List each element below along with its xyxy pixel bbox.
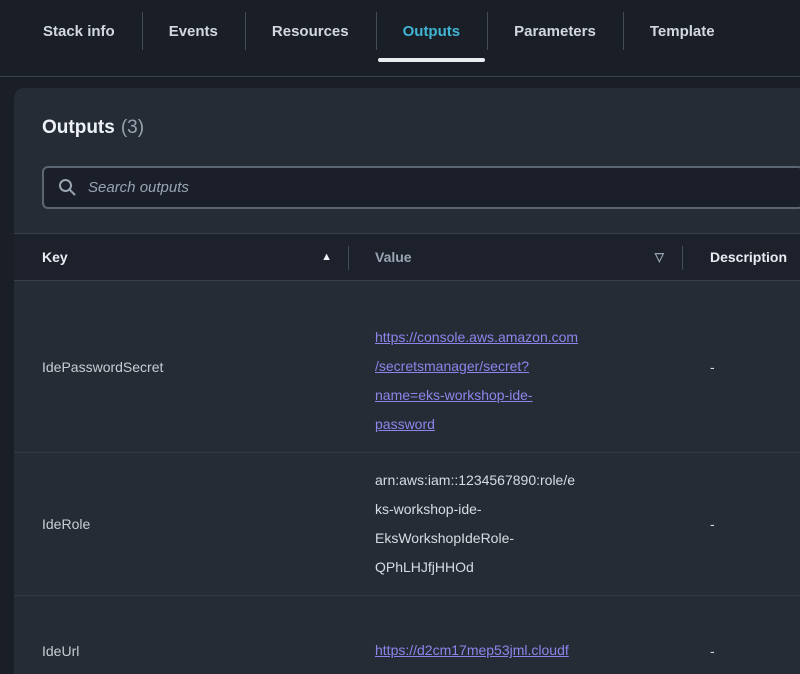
output-value-cell: https://d2cm17mep53jml.cloudf ront.net — [348, 596, 682, 674]
outputs-count-badge: (3) — [121, 117, 144, 138]
outputs-panel-header: Outputs (3) — [14, 88, 800, 148]
output-value-cell: https://console.aws.amazon.com /secretsm… — [348, 281, 682, 452]
output-value-link[interactable]: https://d2cm17mep53jml.cloudf ront.net — [375, 642, 569, 674]
panel-title: Outputs — [42, 117, 115, 138]
table-row: IdeRole arn:aws:iam::1234567890:role/e k… — [14, 452, 800, 595]
table-header-row: Key ▲ Value ▽ Description — [14, 233, 800, 281]
tab-outputs[interactable]: Outputs — [376, 0, 488, 62]
table-row: IdeUrl https://d2cm17mep53jml.cloudf ron… — [14, 595, 800, 674]
output-value-link[interactable]: https://console.aws.amazon.com /secretsm… — [375, 329, 578, 432]
column-header-key[interactable]: Key ▲ — [14, 234, 348, 280]
tab-parameters[interactable]: Parameters — [487, 0, 623, 62]
tab-resources[interactable]: Resources — [245, 0, 376, 62]
tab-stack-info[interactable]: Stack info — [16, 0, 142, 62]
column-header-value-label: Value — [375, 249, 412, 265]
column-header-value[interactable]: Value ▽ — [348, 234, 682, 280]
tab-template[interactable]: Template — [623, 0, 742, 62]
column-header-key-label: Key — [42, 249, 68, 265]
outputs-panel: Outputs (3) Key ▲ Value ▽ Description Ide… — [14, 88, 800, 674]
table-row: IdePasswordSecret https://console.aws.am… — [14, 281, 800, 452]
column-header-description-label: Description — [710, 249, 787, 265]
output-description: - — [682, 596, 800, 674]
output-description: - — [682, 281, 800, 452]
sort-ascending-icon[interactable]: ▲ — [321, 252, 332, 263]
sort-none-icon[interactable]: ▽ — [655, 251, 664, 263]
output-description: - — [682, 453, 800, 595]
output-value-text: arn:aws:iam::1234567890:role/e ks-worksh… — [348, 453, 682, 595]
tab-events[interactable]: Events — [142, 0, 245, 62]
search-container — [42, 166, 800, 209]
outputs-table: Key ▲ Value ▽ Description IdePasswordSec… — [14, 233, 800, 674]
search-input[interactable] — [42, 166, 800, 209]
stack-tabs: Stack info Events Resources Outputs Para… — [0, 0, 800, 77]
output-key: IdePasswordSecret — [14, 281, 348, 452]
output-key: IdeRole — [14, 453, 348, 595]
output-key: IdeUrl — [14, 596, 348, 674]
column-header-description[interactable]: Description — [682, 234, 800, 280]
